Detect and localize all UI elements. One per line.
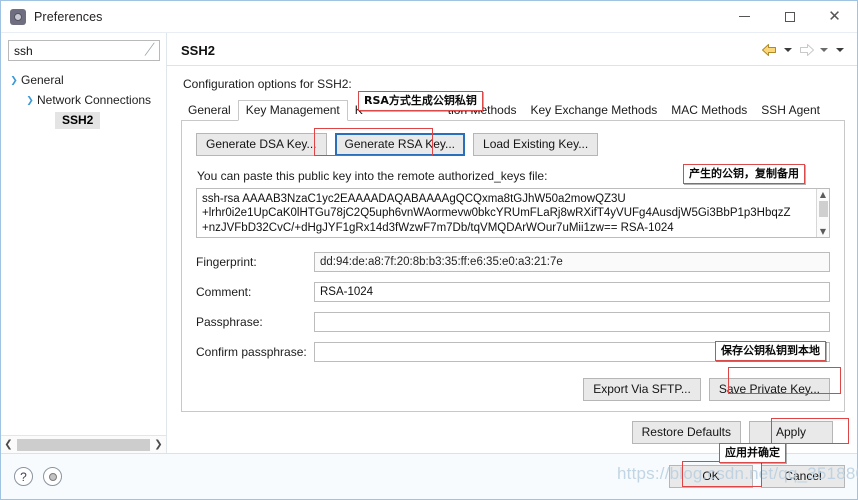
chevron-down-icon[interactable]: ❯ bbox=[7, 75, 21, 85]
dialog-action-buttons: OK Cancel bbox=[669, 465, 845, 488]
close-button[interactable]: ✕ bbox=[812, 1, 857, 32]
chevron-down-icon[interactable]: ❯ bbox=[23, 95, 37, 105]
help-icon[interactable]: ? bbox=[14, 467, 33, 486]
ssh2-config-area: Configuration options for SSH2: General … bbox=[167, 66, 857, 453]
public-key-vertical-scrollbar[interactable]: ▲ ▼ bbox=[816, 189, 829, 237]
comment-field[interactable] bbox=[314, 282, 830, 302]
generate-dsa-key-button[interactable]: Generate DSA Key... bbox=[196, 133, 327, 156]
tab-key-exchange-methods[interactable]: Key Exchange Methods bbox=[524, 101, 665, 120]
tab-ssh-agent[interactable]: SSH Agent bbox=[754, 101, 827, 120]
public-key-textarea[interactable]: ssh-rsa AAAAB3NzaC1yc2EAAAADAQABAAAAgQCQ… bbox=[196, 188, 830, 238]
annotation-apply-ok: 应用并确定 bbox=[719, 443, 786, 463]
filter-box: ╱ bbox=[8, 40, 160, 61]
tab-strip: General Key Management K tion Methods Ke… bbox=[181, 100, 845, 121]
chevron-down-icon[interactable] bbox=[784, 48, 792, 52]
page-title: SSH2 bbox=[181, 42, 215, 58]
public-key-line: +nzJVFbD32CvC/+dHgJYF1gRx14d3fWzwF7m7Db/… bbox=[202, 221, 674, 234]
public-key-line: ssh-rsa AAAAB3NzaC1yc2EAAAADAQABAAAAgQCQ… bbox=[202, 193, 626, 205]
passphrase-label: Passphrase: bbox=[196, 315, 263, 329]
cancel-button[interactable]: Cancel bbox=[761, 465, 845, 488]
tree-item-network-connections[interactable]: ❯ Network Connections bbox=[1, 90, 166, 110]
chevron-right-icon[interactable]: ❯ bbox=[151, 439, 166, 450]
scroll-down-icon[interactable]: ▼ bbox=[820, 227, 826, 236]
minimize-button[interactable] bbox=[722, 1, 767, 32]
close-icon: ✕ bbox=[828, 8, 841, 25]
fingerprint-row: Fingerprint: bbox=[196, 252, 830, 272]
passphrase-row: Passphrase: bbox=[196, 312, 830, 332]
page-description: Configuration options for SSH2: bbox=[183, 77, 352, 91]
page-nav-buttons bbox=[761, 43, 847, 57]
public-key-line: +lrhr0i2e1UpCaK0lHTGu78jC2Q5uph6vnWAorme… bbox=[202, 207, 791, 220]
tree-item-label: Network Connections bbox=[37, 93, 152, 107]
settings-dot-icon[interactable] bbox=[43, 467, 62, 486]
ok-button[interactable]: OK bbox=[669, 465, 753, 488]
preferences-window: Preferences ✕ ╱ ❯ General ❯ Network Conn… bbox=[0, 0, 858, 500]
back-arrow-icon[interactable] bbox=[761, 43, 779, 57]
confirm-passphrase-label: Confirm passphrase: bbox=[196, 345, 307, 359]
tab-mac-methods[interactable]: MAC Methods bbox=[664, 101, 754, 120]
tree-item-general[interactable]: ❯ General bbox=[1, 70, 166, 90]
maximize-icon bbox=[784, 11, 795, 22]
preferences-sidebar: ╱ ❯ General ❯ Network Connections SSH2 ❮… bbox=[1, 33, 167, 453]
chevron-left-icon[interactable]: ❮ bbox=[1, 439, 16, 450]
sidebar-horizontal-scrollbar[interactable]: ❮ ❯ bbox=[1, 435, 166, 453]
passphrase-field[interactable] bbox=[314, 312, 830, 332]
key-generation-buttons: Generate DSA Key... Generate RSA Key... … bbox=[196, 133, 830, 156]
annotation-rsa-generate: RSA方式生成公钥私钥 bbox=[358, 91, 483, 111]
scroll-up-icon[interactable]: ▲ bbox=[820, 190, 826, 199]
forward-arrow-icon[interactable] bbox=[797, 43, 815, 57]
preferences-gear-icon bbox=[10, 8, 26, 25]
window-title: Preferences bbox=[34, 9, 103, 24]
chevron-down-icon[interactable] bbox=[820, 48, 828, 52]
chevron-down-icon[interactable] bbox=[836, 48, 844, 52]
maximize-button[interactable] bbox=[767, 1, 812, 32]
annotation-public-key: 产生的公钥，复制备用 bbox=[683, 164, 805, 184]
preferences-content-pane: SSH2 Configuration options for SSH2: Gen… bbox=[167, 33, 857, 453]
scrollbar-thumb[interactable] bbox=[17, 438, 150, 451]
export-via-sftp-button[interactable]: Export Via SFTP... bbox=[583, 378, 701, 401]
fingerprint-label: Fingerprint: bbox=[196, 255, 257, 269]
tree-item-label: General bbox=[21, 73, 64, 87]
tab-general[interactable]: General bbox=[181, 101, 238, 120]
tab-key-management[interactable]: Key Management bbox=[237, 100, 348, 121]
tree-item-label: SSH2 bbox=[55, 111, 101, 129]
fingerprint-field[interactable] bbox=[314, 252, 830, 272]
key-export-buttons: Export Via SFTP... Save Private Key... bbox=[196, 372, 830, 401]
comment-label: Comment: bbox=[196, 285, 252, 299]
load-existing-key-button[interactable]: Load Existing Key... bbox=[473, 133, 599, 156]
public-key-text: ssh-rsa AAAAB3NzaC1yc2EAAAADAQABAAAAgQCQ… bbox=[197, 189, 816, 237]
save-private-key-button[interactable]: Save Private Key... bbox=[708, 378, 830, 401]
preferences-tree: ❯ General ❯ Network Connections SSH2 bbox=[1, 67, 166, 130]
page-header: SSH2 bbox=[167, 33, 857, 66]
scrollbar-thumb[interactable] bbox=[818, 201, 828, 217]
title-bar: Preferences ✕ bbox=[1, 1, 857, 33]
filter-input[interactable] bbox=[8, 40, 160, 61]
window-controls: ✕ bbox=[722, 1, 857, 32]
annotation-save-keys: 保存公钥私钥到本地 bbox=[715, 341, 826, 361]
apply-button[interactable]: Apply bbox=[749, 421, 833, 444]
generate-rsa-key-button[interactable]: Generate RSA Key... bbox=[334, 133, 466, 156]
tree-item-ssh2[interactable]: SSH2 bbox=[1, 110, 166, 130]
restore-defaults-button[interactable]: Restore Defaults bbox=[631, 421, 741, 444]
comment-row: Comment: bbox=[196, 282, 830, 302]
minimize-icon bbox=[739, 16, 750, 17]
